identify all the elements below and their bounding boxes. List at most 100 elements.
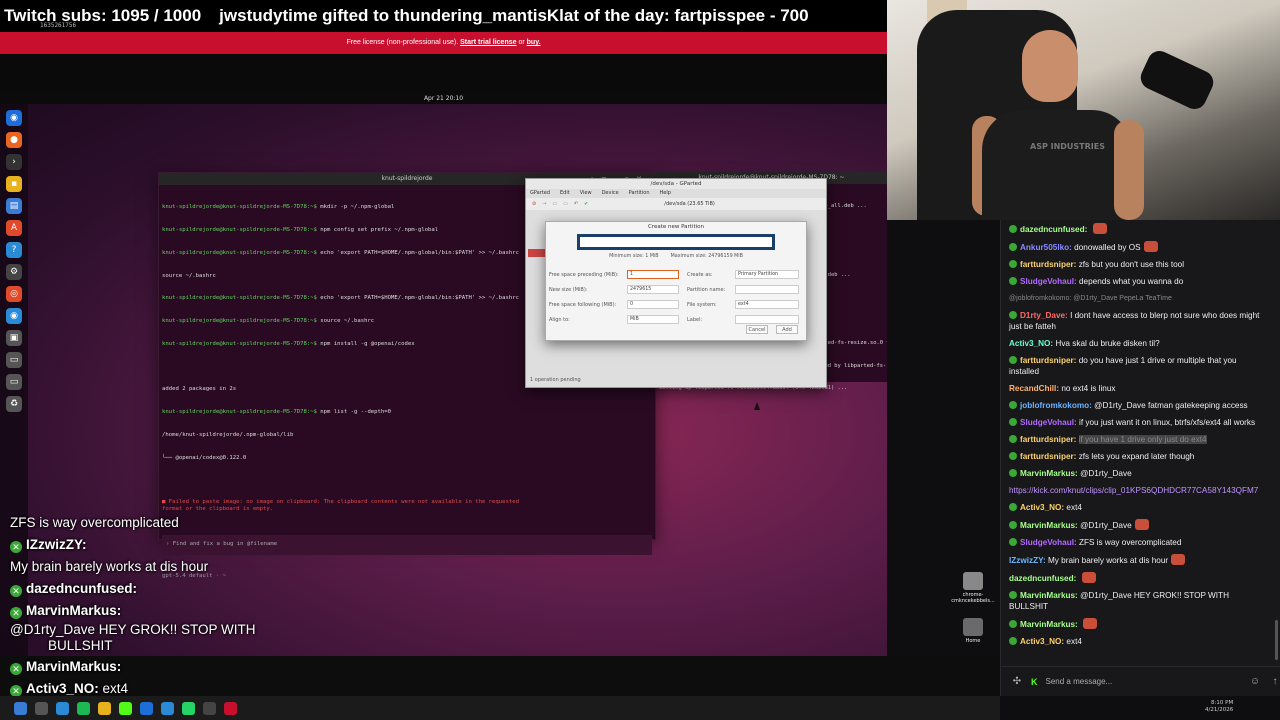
desktop-icon-chrome-shortcut[interactable]: chrome-cmkncekebbels... xyxy=(950,572,996,604)
clock-time: 8:10 PM xyxy=(1211,700,1234,706)
menu-gparted[interactable]: GParted xyxy=(530,189,550,198)
emote-icon xyxy=(1092,223,1107,234)
disk-icon[interactable]: ▭ xyxy=(6,352,22,368)
browser-icon[interactable]: ◉ xyxy=(6,308,22,324)
obs-icon[interactable] xyxy=(203,701,216,715)
whatsapp-icon[interactable] xyxy=(182,701,195,715)
windows-taskbar xyxy=(0,696,1000,720)
free-following-input[interactable]: 0 xyxy=(627,300,679,309)
buy-link[interactable]: buy. xyxy=(527,39,541,46)
menu-device[interactable]: Device xyxy=(602,189,619,198)
badge-icon xyxy=(1009,225,1017,233)
free-preceding-input[interactable]: 1 xyxy=(627,270,679,279)
help-icon[interactable]: ? xyxy=(6,242,22,258)
files-icon[interactable]: ▪ xyxy=(6,176,22,192)
chrome-taskbar-icon[interactable] xyxy=(98,701,111,715)
kick-icon[interactable]: K xyxy=(1031,677,1038,687)
shirt-logo: ASP INDUSTRIES xyxy=(1030,142,1105,151)
chat-message: SludgeVohaul: ZFS is way overcomplicated xyxy=(1009,534,1267,551)
chat-message: fartturdsniper: if you have 1 drive only… xyxy=(1009,431,1267,448)
overlay-chat-line: ZFS is way overcomplicated xyxy=(10,515,179,530)
anydesk-icon[interactable] xyxy=(224,701,237,715)
dialog-buttons: Cancel Add xyxy=(746,325,798,334)
device-selector[interactable]: /dev/sda (23.65 TiB) xyxy=(664,201,715,207)
chat-message: Activ3_NO: ext4 xyxy=(1009,499,1267,516)
chat-input[interactable]: Send a message... xyxy=(1046,673,1242,691)
menu-partition[interactable]: Partition xyxy=(629,189,650,198)
resize-icon[interactable]: → xyxy=(542,201,546,207)
desktop-icon-home[interactable]: Home xyxy=(950,618,996,644)
new-size-input[interactable]: 2479615 xyxy=(627,285,679,294)
filesystem-select[interactable]: ext4 xyxy=(735,300,799,309)
writer-icon[interactable]: ▤ xyxy=(6,198,22,214)
partition-size-bar[interactable] xyxy=(577,234,775,250)
copy-icon[interactable]: ▭ xyxy=(552,201,557,207)
chat-scrollbar[interactable] xyxy=(1275,620,1278,660)
settings-icon[interactable]: ✣ xyxy=(1011,676,1023,687)
create-as-label: Create as: xyxy=(687,271,713,278)
badge-icon xyxy=(1009,311,1017,319)
edge-icon[interactable] xyxy=(140,701,153,715)
clock-date: 4/21/2026 xyxy=(1205,707,1234,713)
gparted-icon[interactable]: ▣ xyxy=(6,330,22,346)
badge-icon xyxy=(1009,401,1017,409)
chat-messages[interactable]: dazedncunfused: Ankur505lko: donowalled … xyxy=(1001,220,1271,666)
overlay-chat-line: BULLSHIT xyxy=(48,638,113,653)
delete-icon[interactable]: ⊘ xyxy=(532,201,536,207)
start-trial-link[interactable]: Start trial license xyxy=(460,39,516,46)
menu-help[interactable]: Help xyxy=(660,189,671,198)
free-preceding-label: Free space preceding (MiB): xyxy=(549,271,619,278)
start-icon[interactable] xyxy=(14,701,27,715)
home-folder-icon xyxy=(963,618,983,636)
filesystem-label: File system: xyxy=(687,301,717,308)
send-icon[interactable]: ↑ xyxy=(1269,676,1280,687)
add-button[interactable]: Add xyxy=(776,325,798,334)
desktop-icon-label: Home xyxy=(965,638,981,644)
terminal-icon[interactable]: › xyxy=(6,154,22,170)
badge-icon xyxy=(1009,503,1017,511)
spotify-icon[interactable] xyxy=(77,701,90,715)
chat-link[interactable]: https://kick.com/knut/clips/clip_01KPS6Q… xyxy=(1009,482,1267,499)
shortcut-icon xyxy=(963,572,983,590)
apply-icon[interactable]: ✔ xyxy=(584,201,588,207)
emote-icon xyxy=(1171,554,1186,565)
badge-icon xyxy=(1009,260,1017,268)
new-size-label: New size (MiB): xyxy=(549,286,588,293)
size-limits: Minimum size: 1 MiB Maximum size: 247961… xyxy=(546,254,806,259)
overlay-chat-line: ✕ MarvinMarkus: xyxy=(10,656,310,678)
kick-icon[interactable] xyxy=(119,701,132,715)
chat-reply: @joblofromkokomo: @D1rty_Dave PepeLa Tea… xyxy=(1009,295,1172,302)
partition-name-label: Partition name: xyxy=(687,286,726,293)
license-bar: Free license (non-professional use). Sta… xyxy=(0,32,887,54)
cancel-button[interactable]: Cancel xyxy=(746,325,768,334)
create-as-select[interactable]: Primary Partition xyxy=(735,270,799,279)
drive-icon[interactable]: ▭ xyxy=(6,374,22,390)
terminal-line: /home/knut-spildrejorde/.npm-global/lib xyxy=(162,432,294,438)
terminal-line: knut-spildrejorde@knut-spildrejorde-MS-7… xyxy=(162,409,392,416)
chat-message: RecandChill: no ext4 is linux xyxy=(1009,384,1116,393)
settings-icon[interactable]: ⚙ xyxy=(6,264,22,280)
align-select[interactable]: MiB xyxy=(627,315,679,324)
create-partition-dialog[interactable]: Create new Partition Minimum size: 1 MiB… xyxy=(545,221,807,341)
vscode-icon[interactable] xyxy=(161,701,174,715)
ubuntu-icon[interactable]: ◎ xyxy=(6,286,22,302)
gparted-title: /dev/sda - GParted xyxy=(526,179,826,189)
label-input[interactable] xyxy=(735,315,799,324)
menu-view[interactable]: View xyxy=(580,189,592,198)
partition-name-input[interactable] xyxy=(735,285,799,294)
chat-message: SludgeVohaul: if you just want it on lin… xyxy=(1009,414,1267,431)
trash-icon[interactable]: ♻ xyxy=(6,396,22,412)
undo-icon[interactable]: ↶ xyxy=(574,201,578,207)
search-icon[interactable] xyxy=(35,701,48,715)
chat-message: Activ3_NO: ext4 xyxy=(1009,633,1267,650)
emoji-icon[interactable]: ☺ xyxy=(1249,676,1261,687)
software-icon[interactable]: A xyxy=(6,220,22,236)
firefox-icon[interactable]: ● xyxy=(6,132,22,148)
emote-icon xyxy=(1143,241,1158,252)
menu-edit[interactable]: Edit xyxy=(560,189,570,198)
explorer-icon[interactable] xyxy=(56,701,69,715)
paste-icon[interactable]: ▭ xyxy=(563,201,568,207)
badge-icon xyxy=(1009,277,1017,285)
badge-icon xyxy=(1009,469,1017,477)
chrome-icon[interactable]: ◉ xyxy=(6,110,22,126)
